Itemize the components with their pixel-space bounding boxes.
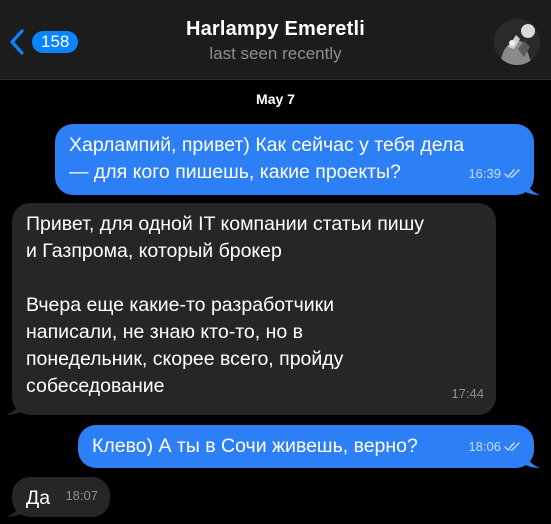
chat-title-area[interactable]: Harlampy Emeretli last seen recently (0, 18, 551, 64)
chat-header: 158 Harlampy Emeretli last seen recently (0, 0, 551, 80)
incoming-message[interactable]: Привет, для одной IT компании статьи пиш… (6, 203, 496, 415)
contact-name: Harlampy Emeretli (185, 18, 366, 40)
contact-status: last seen recently (209, 44, 342, 63)
double-check-icon (504, 442, 520, 452)
message-time: 18:07 (65, 488, 98, 503)
avatar-image (494, 19, 540, 65)
message-time: 17:44 (451, 386, 484, 401)
message-line: и Газпрома, который брокер (26, 240, 282, 262)
message-meta: 17:44 (451, 380, 484, 407)
avatar[interactable] (494, 19, 540, 65)
message-line: написали, не знаю кто-то, но в (26, 321, 303, 343)
incoming-message[interactable]: Да 18:07 (6, 477, 110, 517)
bubble-tail (6, 499, 22, 517)
message-text: Клево) А ты в Сочи живешь, верно? (92, 435, 418, 457)
bubble-tail (6, 397, 22, 415)
date-separator: May 7 (256, 91, 295, 107)
message-meta: 18:07 (65, 482, 98, 509)
message-line: Харлампий, привет) Как сейчас у тебя дел… (69, 134, 465, 156)
message-line: собеседование (26, 375, 165, 397)
message-line: Вчера еще какие-то разработчики (26, 294, 335, 316)
message-line: понедельник, скорее всего, пройду (26, 348, 344, 370)
bubble-tail (524, 177, 540, 195)
message-meta: 16:39 (468, 160, 522, 187)
bubble-tail (524, 450, 540, 468)
double-check-icon (504, 169, 520, 179)
message-time: 16:39 (468, 166, 501, 181)
message-time: 18:06 (468, 439, 501, 454)
message-line: — для кого пишешь, какие проекты? (69, 161, 401, 183)
outgoing-message[interactable]: Клево) А ты в Сочи живешь, верно? 18:06 (78, 425, 540, 468)
message-meta: 18:06 (468, 433, 522, 460)
outgoing-message[interactable]: Харлампий, привет) Как сейчас у тебя дел… (55, 124, 540, 195)
message-line: Привет, для одной IT компании статьи пиш… (26, 213, 425, 235)
